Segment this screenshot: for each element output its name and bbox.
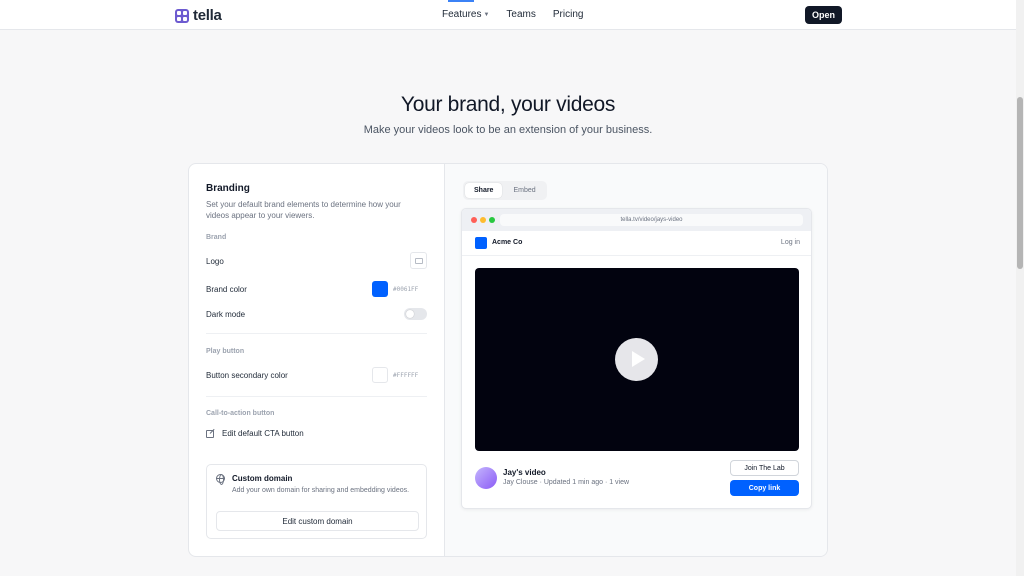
section-heading-cta: Call-to-action button	[206, 410, 275, 417]
join-the-lab-button[interactable]: Join The Lab	[730, 460, 799, 476]
edit-cta-button[interactable]: Edit default CTA button	[206, 428, 304, 438]
secondary-color-label: Button secondary color	[206, 371, 288, 380]
browser-toolbar: tella.tv/video/jays-video	[462, 209, 811, 231]
branding-demo-card: Branding Set your default brand elements…	[188, 163, 828, 557]
branding-title: Branding	[206, 183, 250, 194]
external-edit-icon	[206, 428, 216, 438]
chevron-down-icon: ▼	[483, 11, 490, 18]
brand-color-swatch[interactable]	[372, 281, 388, 297]
logo-label: Logo	[206, 257, 224, 266]
brand-color-hex[interactable]: #0061FF	[393, 286, 418, 293]
video-player[interactable]	[475, 268, 799, 451]
close-dot-icon	[471, 217, 477, 223]
nav-link-label: Pricing	[552, 9, 584, 20]
custom-domain-box: Custom domain Add your own domain for sh…	[206, 464, 427, 539]
branding-settings-panel: Branding Set your default brand elements…	[189, 164, 445, 556]
site-header: Acme Co Log in	[462, 231, 811, 256]
copy-link-button[interactable]: Copy link	[730, 480, 799, 496]
play-icon[interactable]	[615, 338, 658, 381]
avatar	[475, 467, 497, 489]
browser-mockup: tella.tv/video/jays-video Acme Co Log in…	[461, 208, 812, 509]
hero-subtitle: Make your videos look to be an extension…	[363, 124, 653, 136]
video-title: Jay's video	[503, 468, 546, 477]
open-button[interactable]: Open	[805, 6, 842, 24]
nav-active-indicator	[448, 0, 474, 2]
branding-description: Set your default brand elements to deter…	[206, 200, 401, 220]
nav-links: Features ▼ Teams Pricing	[442, 9, 600, 20]
maximize-dot-icon	[489, 217, 495, 223]
toggle-knob	[406, 310, 414, 318]
custom-domain-title: Custom domain	[232, 474, 293, 483]
login-link[interactable]: Log in	[781, 239, 800, 246]
logo-upload[interactable]	[410, 252, 427, 269]
custom-domain-description: Add your own domain for sharing and embe…	[232, 487, 410, 494]
nav-link-teams[interactable]: Teams	[506, 9, 535, 20]
site-logo	[475, 237, 487, 249]
globe-icon	[216, 474, 225, 485]
tella-logo-icon	[175, 8, 189, 23]
edit-cta-label: Edit default CTA button	[222, 428, 304, 438]
preview-panel: Share Embed tella.tv/video/jays-video Ac…	[445, 164, 827, 556]
address-bar[interactable]: tella.tv/video/jays-video	[500, 214, 803, 226]
image-icon	[414, 257, 423, 264]
brand-name: tella	[193, 7, 222, 24]
brand-logo[interactable]: tella	[175, 7, 222, 24]
video-meta: Jay Clouse · Updated 1 min ago · 1 view	[503, 479, 630, 486]
section-heading-play-button: Play button	[206, 348, 245, 355]
edit-custom-domain-button[interactable]: Edit custom domain	[216, 511, 419, 531]
nav-link-pricing[interactable]: Pricing	[553, 9, 584, 20]
secondary-color-hex[interactable]: #FFFFFF	[393, 372, 418, 379]
minimize-dot-icon	[480, 217, 486, 223]
hero-title: Your brand, your videos	[400, 93, 616, 116]
dark-mode-toggle[interactable]	[404, 308, 427, 320]
tab-share[interactable]: Share	[465, 183, 503, 198]
page-scrollbar[interactable]	[1016, 0, 1024, 576]
dark-mode-label: Dark mode	[206, 310, 246, 319]
nav-link-label: Features	[442, 9, 482, 20]
top-nav: tella Features ▼ Teams Pricing Open	[0, 0, 1016, 30]
divider	[206, 396, 427, 397]
tab-embed[interactable]: Embed	[504, 183, 544, 198]
nav-link-features[interactable]: Features ▼	[442, 9, 489, 20]
preview-tabs: Share Embed	[463, 181, 547, 200]
site-name: Acme Co	[492, 239, 523, 246]
secondary-color-swatch[interactable]	[372, 367, 388, 383]
divider	[206, 333, 427, 334]
brand-color-label: Brand color	[206, 285, 247, 294]
nav-link-label: Teams	[506, 9, 536, 20]
scrollbar-thumb[interactable]	[1017, 97, 1023, 269]
section-heading-brand: Brand	[206, 234, 227, 241]
